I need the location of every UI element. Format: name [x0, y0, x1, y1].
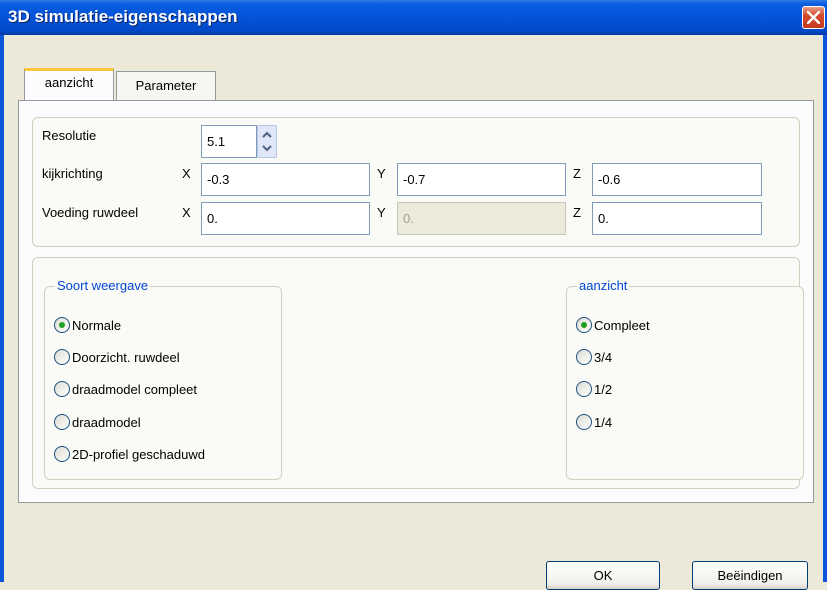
radio-button[interactable]	[54, 317, 70, 333]
radio-draadmodel-compleet-label: draadmodel compleet	[72, 381, 198, 397]
radio-compleet[interactable]: Compleet	[576, 315, 650, 335]
radio-button[interactable]	[54, 381, 70, 397]
display-type-title: Soort weergave	[55, 278, 151, 294]
finish-button[interactable]: Beëindigen	[692, 561, 808, 590]
radio-doorzicht-ruwdeel-label: Doorzicht. ruwdeel	[72, 349, 180, 365]
resolution-spinner[interactable]	[257, 125, 277, 158]
stock-feed-x-input[interactable]: 0.	[201, 202, 370, 235]
radio-1-4-label: 1/4	[594, 414, 613, 430]
stock-feed-z-label: Z	[573, 205, 581, 220]
stock-feed-x-label: X	[182, 205, 191, 220]
radio-button[interactable]	[54, 349, 70, 365]
view-direction-z-input[interactable]: -0.6	[592, 163, 762, 196]
radio-draadmodel-compleet[interactable]: draadmodel compleet	[54, 379, 197, 399]
resolution-label: Resolutie	[42, 128, 97, 143]
view-direction-y-input[interactable]: -0.7	[397, 163, 566, 196]
view-direction-x-input[interactable]: -0.3	[201, 163, 370, 196]
radio-1-2[interactable]: 1/2	[576, 379, 612, 399]
radio-button[interactable]	[54, 414, 70, 430]
resolution-input[interactable]: 5.1	[201, 125, 257, 158]
radio-draadmodel-label: draadmodel	[72, 414, 141, 430]
ok-button[interactable]: OK	[546, 561, 660, 590]
stock-feed-y-input: 0.	[397, 202, 566, 235]
radio-doorzicht-ruwdeel[interactable]: Doorzicht. ruwdeel	[54, 347, 180, 367]
radio-button[interactable]	[576, 381, 592, 397]
radio-compleet-label: Compleet	[594, 317, 650, 333]
radio-button[interactable]	[576, 414, 592, 430]
radio-button[interactable]	[54, 446, 70, 462]
stock-feed-y-label: Y	[377, 205, 386, 220]
radio-draadmodel[interactable]: draadmodel	[54, 412, 141, 432]
view-direction-x-label: X	[182, 166, 191, 181]
view-direction-z-label: Z	[573, 166, 581, 181]
view-group-title: aanzicht	[577, 278, 630, 294]
spin-up-icon	[262, 131, 272, 138]
radio-button[interactable]	[576, 317, 592, 333]
stock-feed-z-input[interactable]: 0.	[592, 202, 762, 235]
radio-3-4-label: 3/4	[594, 349, 613, 365]
view-direction-y-label: Y	[377, 166, 386, 181]
view-direction-label: kijkrichting	[42, 166, 103, 181]
radio-button[interactable]	[576, 349, 592, 365]
radio-1-2-label: 1/2	[594, 381, 613, 397]
radio-normale[interactable]: Normale	[54, 315, 121, 335]
radio-normale-label: Normale	[72, 317, 122, 333]
stock-feed-label: Voeding ruwdeel	[42, 205, 139, 220]
radio-2d-profiel-geschaduwd-label: 2D-profiel geschaduwd	[72, 446, 205, 462]
radio-1-4[interactable]: 1/4	[576, 412, 612, 432]
spin-down-icon	[262, 145, 272, 152]
radio-2d-profiel-geschaduwd[interactable]: 2D-profiel geschaduwd	[54, 444, 205, 464]
radio-3-4[interactable]: 3/4	[576, 347, 612, 367]
